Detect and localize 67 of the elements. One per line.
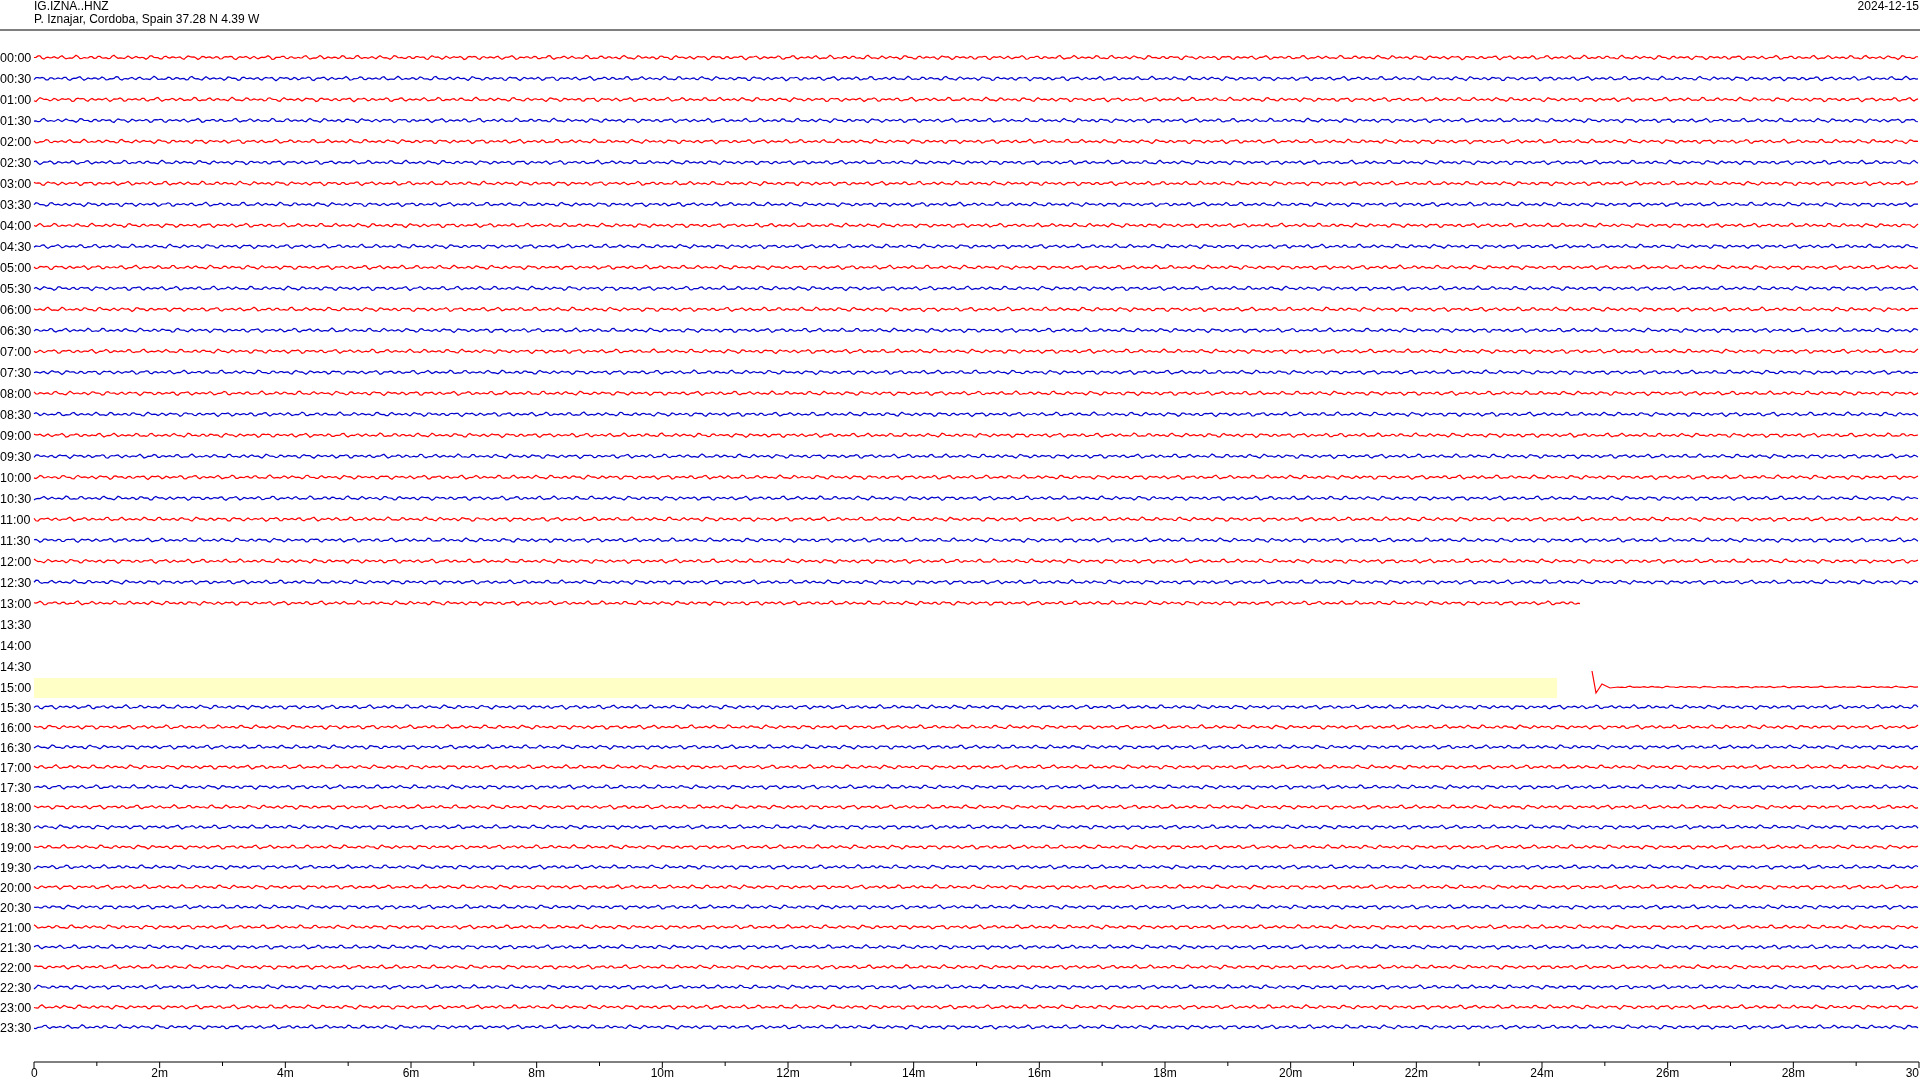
axis-tick-label: 16m (1027, 1066, 1051, 1080)
hour-label: 01:00 (0, 92, 32, 107)
hour-label: 19:30 (0, 860, 32, 875)
hour-label: 10:00 (0, 470, 32, 485)
hour-label: 04:00 (0, 218, 32, 233)
hour-label: 20:00 (0, 880, 32, 895)
hour-label: 23:30 (0, 1020, 32, 1035)
hour-label: 18:30 (0, 820, 32, 835)
axis-tick-label: 0 (31, 1066, 38, 1080)
hour-label: 07:00 (0, 344, 32, 359)
axis-tick-label: 14m (902, 1066, 926, 1080)
hour-label: 21:00 (0, 920, 32, 935)
hour-label: 00:00 (0, 51, 32, 65)
axis-tick-label: 4m (277, 1066, 294, 1080)
hour-label: 20:30 (0, 900, 32, 915)
axis-tick-label: 10m (650, 1066, 674, 1080)
hour-label: 09:30 (0, 449, 32, 464)
hour-label: 14:30 (0, 659, 32, 674)
hour-label: 04:30 (0, 239, 32, 254)
hour-label: 16:00 (0, 720, 32, 735)
hour-label: 10:30 (0, 491, 32, 506)
hour-label: 16:30 (0, 740, 32, 755)
axis-tick-label: 24m (1530, 1066, 1554, 1080)
hour-label: 09:00 (0, 428, 32, 443)
hour-label: 17:30 (0, 780, 32, 795)
hour-label: 02:30 (0, 155, 32, 170)
hour-label: 15:00 (0, 680, 32, 695)
axis-tick-label: 22m (1404, 1066, 1428, 1080)
hour-label: 11:00 (0, 512, 31, 527)
hour-label: 13:30 (0, 617, 32, 632)
plot-date: 2024-12-15 (1857, 0, 1919, 13)
hour-label: 05:00 (0, 260, 32, 275)
hour-label: 06:30 (0, 323, 32, 338)
hour-label: 19:00 (0, 840, 32, 855)
hour-label: 18:00 (0, 800, 32, 815)
hour-label: 14:00 (0, 638, 32, 653)
axis-tick-label: 30 (1905, 1066, 1919, 1080)
axis-tick-label: 8m (528, 1066, 545, 1080)
hour-label: 12:00 (0, 554, 32, 569)
hour-label: 08:30 (0, 407, 32, 422)
hour-label: 05:30 (0, 281, 32, 296)
station-code: IG.IZNA..HNZ (34, 0, 109, 13)
axis-tick-label: 2m (151, 1066, 168, 1080)
axis-tick-label: 12m (776, 1066, 800, 1080)
hour-label: 12:30 (0, 575, 32, 590)
hour-label: 06:00 (0, 302, 32, 317)
hour-label: 21:30 (0, 940, 32, 955)
hour-label: 22:30 (0, 980, 32, 995)
station-location: P. Iznajar, Cordoba, Spain 37.28 N 4.39 W (34, 12, 260, 26)
axis-tick-label: 6m (402, 1066, 420, 1080)
axis-tick-label: 18m (1153, 1066, 1177, 1080)
hour-label: 17:00 (0, 760, 32, 775)
hour-label: 03:00 (0, 176, 32, 191)
hour-label: 22:00 (0, 960, 32, 975)
hour-label: 08:00 (0, 386, 32, 401)
hour-label: 02:00 (0, 134, 32, 149)
axis-tick-label: 28m (1781, 1066, 1805, 1080)
hour-label: 01:30 (0, 113, 32, 128)
axis-tick-label: 26m (1656, 1066, 1680, 1080)
axis-tick-label: 20m (1279, 1066, 1303, 1080)
hour-label: 07:30 (0, 365, 32, 380)
hour-label: 11:30 (0, 533, 31, 548)
hour-label: 13:00 (0, 596, 32, 611)
hour-label: 15:30 (0, 700, 32, 715)
hour-label: 00:30 (0, 72, 32, 86)
hour-label: 03:30 (0, 197, 32, 212)
hour-label: 23:00 (0, 1000, 32, 1015)
